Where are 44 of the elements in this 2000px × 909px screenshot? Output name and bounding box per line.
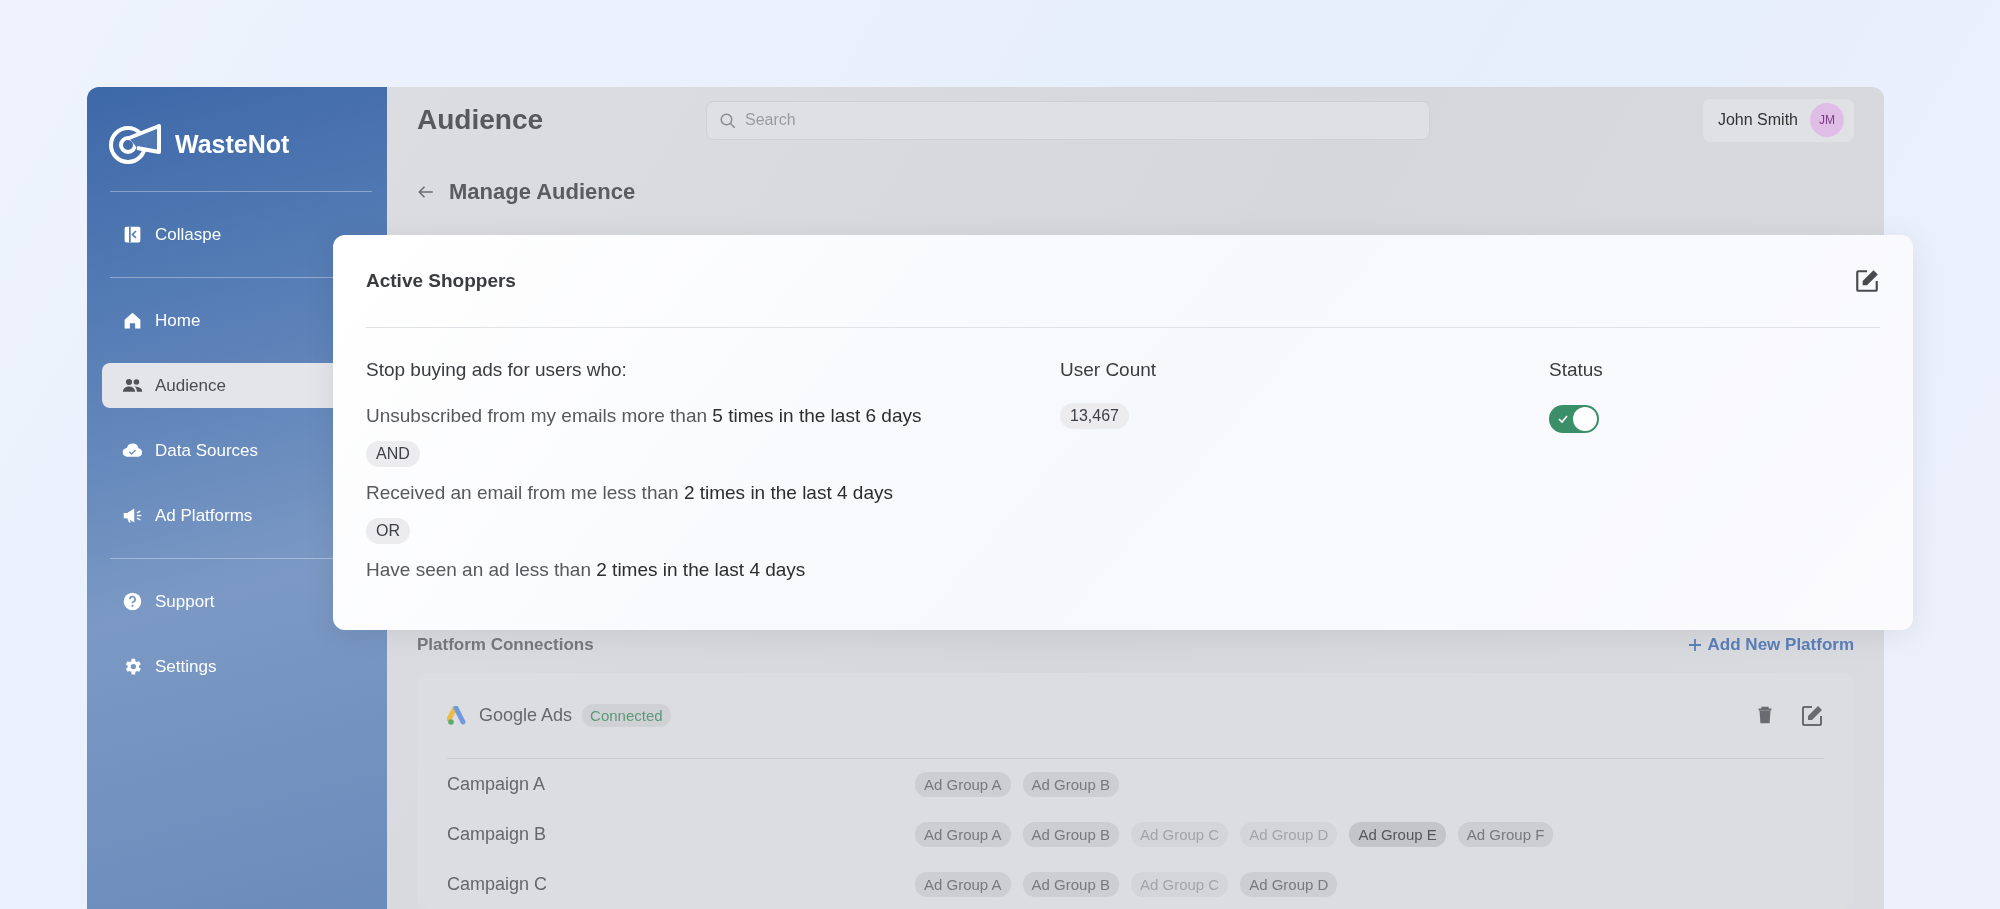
ad-group-tag[interactable]: Ad Group B <box>1022 871 1119 897</box>
add-platform-link[interactable]: Add New Platform <box>1687 635 1854 656</box>
user-avatar: JM <box>1810 103 1844 138</box>
home-icon <box>122 310 143 331</box>
ad-group-tag[interactable]: Ad Group A <box>915 821 1011 847</box>
ad-group-tag[interactable]: Ad Group E <box>1349 821 1446 847</box>
ad-group-tag[interactable]: Ad Group A <box>915 771 1011 797</box>
logo-icon <box>107 121 163 167</box>
help-icon <box>122 591 143 612</box>
column-header: Status <box>1549 358 1604 382</box>
status-badge: Connected <box>582 704 671 727</box>
card-title: Active Shoppers <box>366 270 516 292</box>
collapse-icon <box>122 224 143 245</box>
operator-tag: OR <box>366 518 410 544</box>
ad-group-tag[interactable]: Ad Group A <box>915 871 1011 897</box>
check-icon <box>1558 414 1568 424</box>
rule-text: Have seen an ad less than 2 times in the last 4 days <box>366 558 806 582</box>
plus-icon <box>1687 638 1702 653</box>
ad-group-tag[interactable]: Ad Group F <box>1457 821 1554 847</box>
ad-group-tag[interactable]: Ad Group B <box>1022 771 1119 797</box>
rule-text: Received an email from me less than 2 times in the last 4 days <box>366 481 893 505</box>
ad-group-tag[interactable]: Ad Group D <box>1240 871 1338 897</box>
column-header: User Count <box>1060 358 1158 382</box>
ads-logo-icon <box>447 705 469 726</box>
nav-item[interactable]: Settings <box>102 644 387 689</box>
user-name: John Smith <box>1717 111 1798 130</box>
brand-name: WasteNot <box>175 129 290 159</box>
platform-name: Google Ads <box>479 705 573 726</box>
edit-icon[interactable] <box>1800 703 1824 728</box>
ad-group-tag[interactable]: Ad Group B <box>1022 821 1119 847</box>
search-field[interactable]: Search <box>706 100 1430 140</box>
campaign-name: Campaign A <box>447 773 547 795</box>
user-menu[interactable]: John Smith JM <box>1702 98 1854 142</box>
page-title: Audience <box>417 104 545 137</box>
campaign-name: Campaign C <box>447 873 549 895</box>
operator-tag: AND <box>366 441 420 467</box>
section-title: Manage Audience <box>449 179 636 206</box>
campaign-name: Campaign B <box>447 823 548 845</box>
section-heading: Platform Connections <box>417 635 594 656</box>
edit-icon[interactable] <box>1854 268 1880 294</box>
status-toggle[interactable] <box>1549 405 1599 433</box>
search-icon <box>719 111 737 130</box>
nav-item[interactable]: Home <box>102 298 387 343</box>
user-count: 13,467 <box>1060 403 1129 429</box>
